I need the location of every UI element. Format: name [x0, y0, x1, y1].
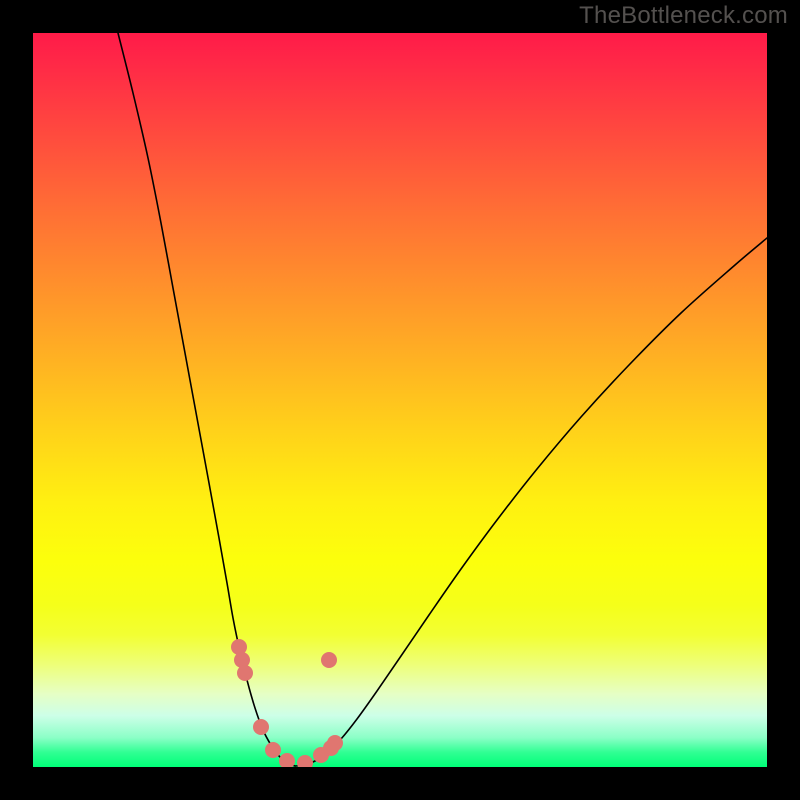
marker-dot: [297, 755, 313, 767]
watermark-text: TheBottleneck.com: [579, 2, 788, 30]
curve-paths: [118, 33, 767, 766]
marker-dot: [253, 719, 269, 735]
marker-dot: [327, 735, 343, 751]
marker-dot: [265, 742, 281, 758]
scatter-markers: [231, 639, 343, 767]
right-curve: [295, 238, 767, 766]
marker-dot: [321, 652, 337, 668]
plot-area: [33, 33, 767, 767]
chart-container: TheBottleneck.com: [0, 0, 800, 800]
marker-dot: [279, 753, 295, 767]
curves-svg: [33, 33, 767, 767]
left-curve: [118, 33, 295, 766]
marker-dot: [237, 665, 253, 681]
